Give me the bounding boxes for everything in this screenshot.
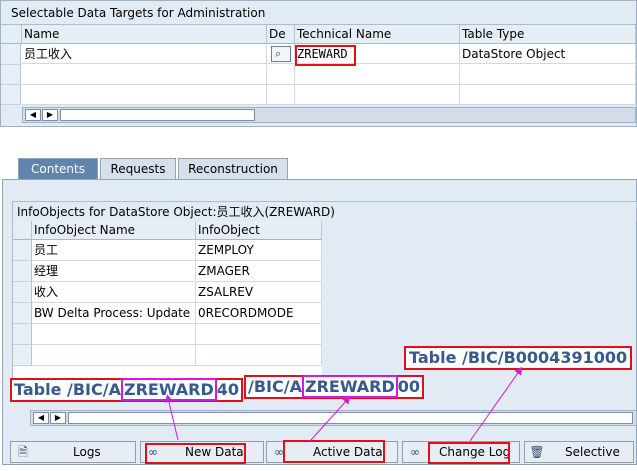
arrow-active-data	[309, 396, 351, 442]
arrow-new-data	[165, 394, 179, 441]
arrow-change-log	[469, 366, 523, 442]
annotation-arrows	[165, 366, 523, 442]
